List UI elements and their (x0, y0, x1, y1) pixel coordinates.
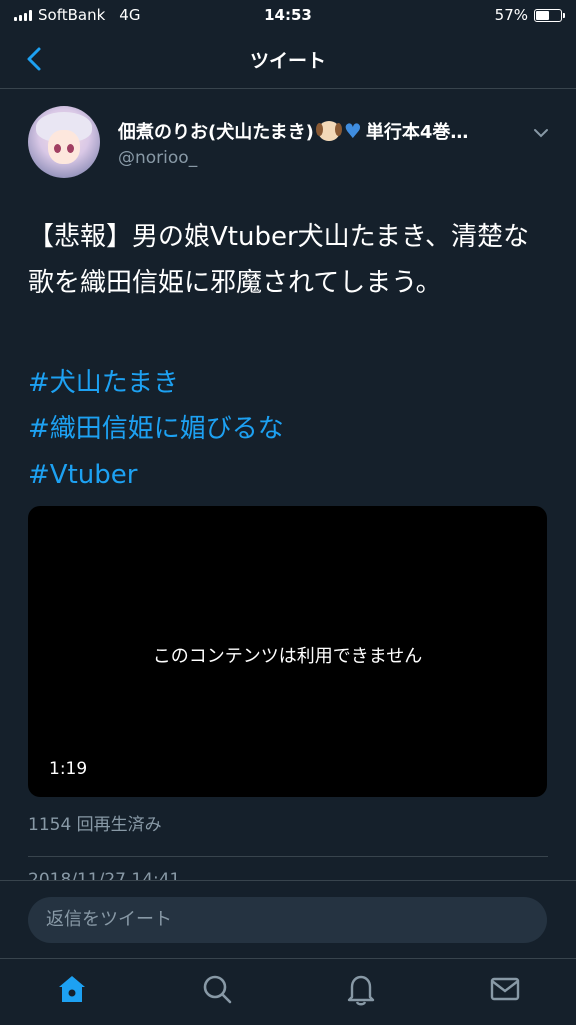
status-right: 57% (494, 6, 565, 24)
tweet-text: 【悲報】男の娘Vtuber犬山たまき、清楚な歌を織田信姫に邪魔されてしまう。 (28, 222, 530, 298)
avatar[interactable] (28, 106, 100, 178)
hashtag-link[interactable]: #織田信姫に媚びるな (28, 406, 284, 452)
messages-icon[interactable] (487, 971, 523, 1007)
display-name: 佃煮のりお(犬山たまき) ♥ 単行本4巻… (118, 118, 528, 144)
dog-emoji-icon (315, 121, 342, 141)
display-name-suffix: 単行本4巻… (365, 122, 469, 143)
divider (28, 856, 548, 857)
tab-bar (0, 958, 576, 1025)
view-count: 1154 回再生済み (28, 815, 162, 835)
avatar-eye-right (67, 144, 74, 153)
blue-heart-emoji-icon: ♥ (343, 119, 362, 143)
search-icon[interactable] (199, 971, 235, 1007)
avatar-face (48, 130, 80, 164)
battery-percent: 57% (494, 6, 528, 24)
battery-icon (534, 8, 565, 22)
navigation-bar: ツイート (0, 32, 576, 89)
display-name-text: 佃煮のりお(犬山たまき) (118, 122, 314, 143)
status-bar: SoftBank 4G 14:53 57% (0, 0, 576, 32)
battery-fill (536, 10, 550, 20)
chevron-down-icon[interactable] (532, 124, 550, 142)
page-title: ツイート (249, 50, 326, 72)
hashtag-link[interactable]: #犬山たまき (28, 360, 284, 406)
tweet-author[interactable]: 佃煮のりお(犬山たまき) ♥ 単行本4巻… @norioo_ (118, 118, 528, 168)
user-handle: @norioo_ (118, 148, 198, 168)
hashtag-link[interactable]: #Vtuber (28, 452, 284, 498)
home-icon[interactable] (54, 971, 90, 1007)
reply-input[interactable]: 返信をツイート (28, 897, 547, 943)
reply-bar: 返信をツイート (0, 880, 576, 959)
video-player[interactable]: このコンテンツは利用できません 1:19 (28, 506, 547, 797)
avatar-eye-left (54, 144, 61, 153)
hashtag-list: #犬山たまき #織田信姫に媚びるな #Vtuber (28, 360, 284, 498)
video-duration: 1:19 (49, 759, 88, 779)
notifications-icon[interactable] (343, 971, 379, 1007)
status-time: 14:53 (264, 6, 312, 24)
video-unavailable-message: このコンテンツは利用できません (152, 646, 423, 667)
